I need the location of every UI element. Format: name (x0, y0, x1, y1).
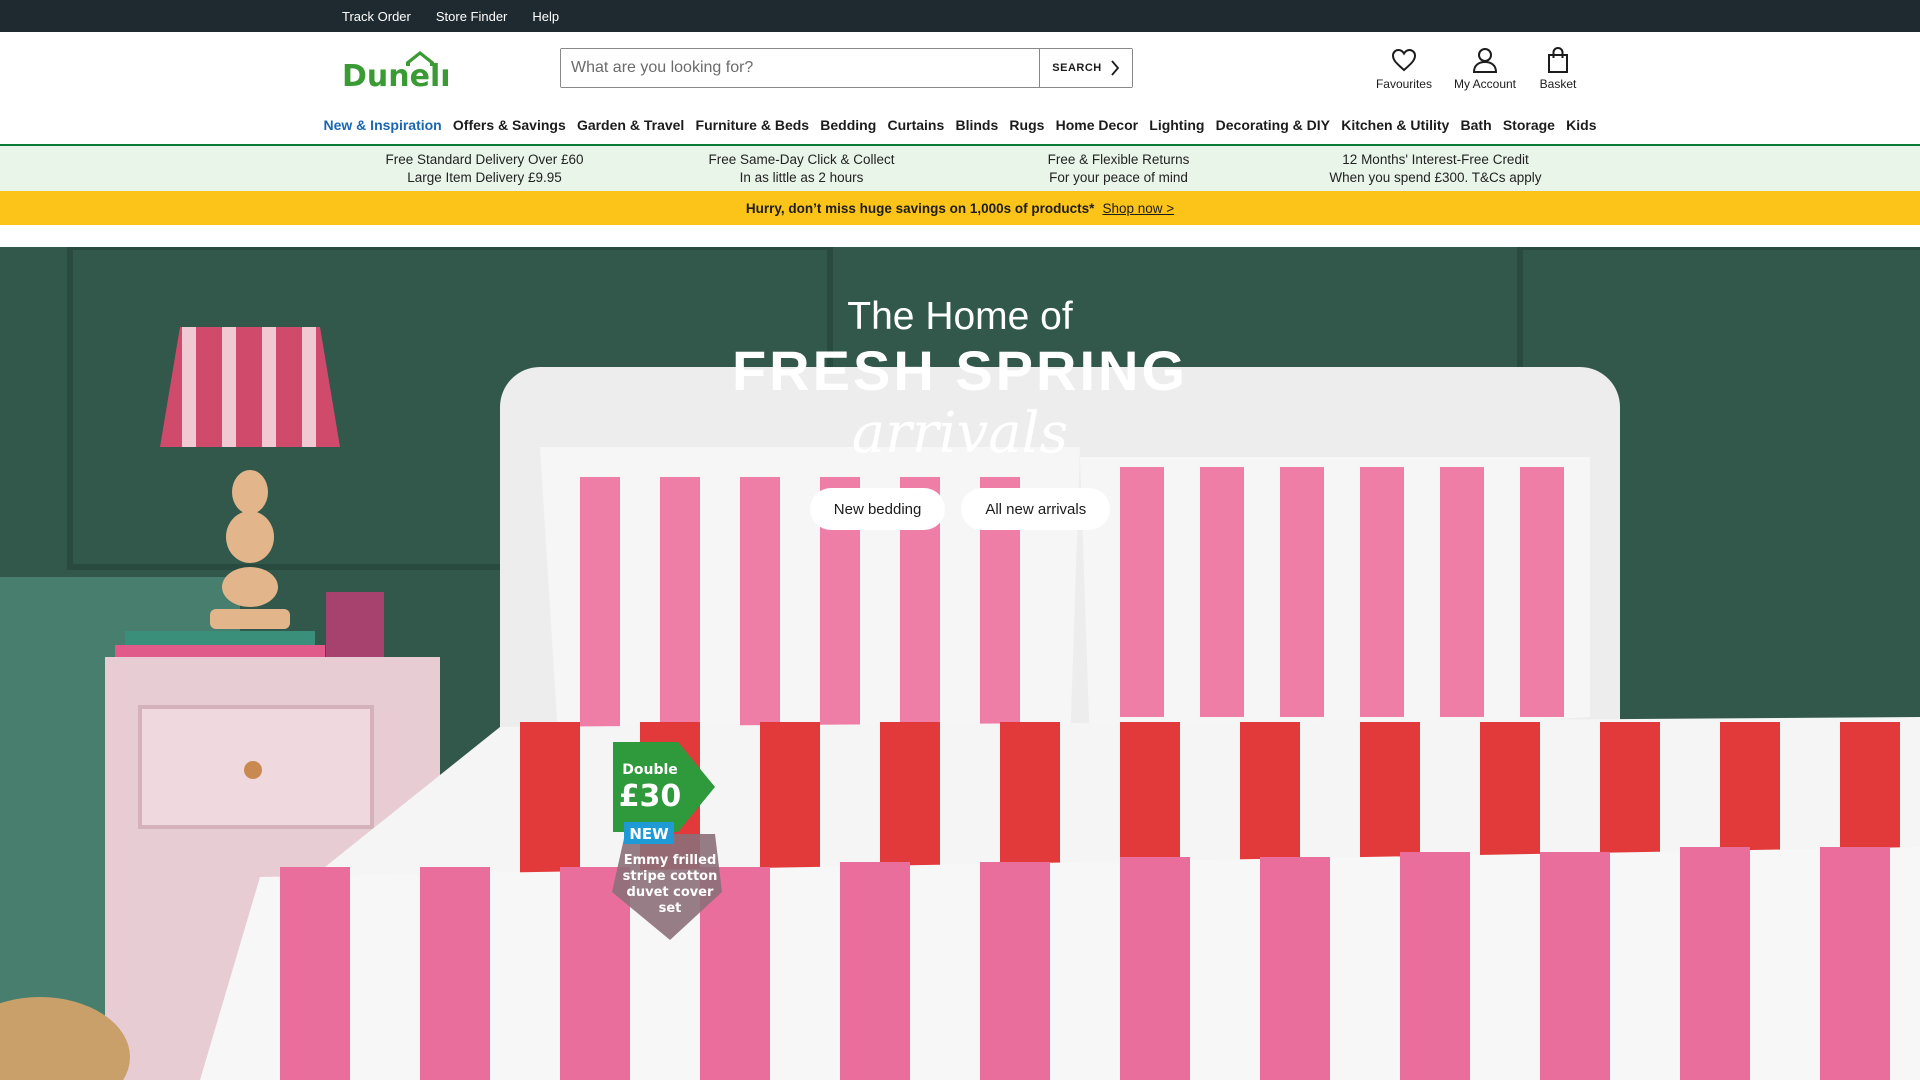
all-new-arrivals-button[interactable]: All new arrivals (961, 488, 1111, 530)
hero-headline: The Home of FRESH SPRING arrivals (0, 295, 1920, 465)
tag-size: Double (622, 762, 678, 778)
search-button[interactable]: SEARCH (1039, 49, 1132, 87)
tag-price: £30 (619, 779, 682, 814)
usp-delivery[interactable]: Free Standard Delivery Over £60 Large It… (326, 151, 643, 187)
my-account-label: My Account (1453, 77, 1516, 91)
header-actions: Favourites My Account Basket (1376, 46, 1578, 91)
main-nav: New & Inspiration Offers & Savings Garde… (0, 106, 1920, 146)
usp-line: Large Item Delivery £9.95 (407, 169, 562, 185)
nav-bedding[interactable]: Bedding (815, 117, 882, 133)
tag-product-line: set (659, 901, 682, 916)
usp-line: 12 Months' Interest-Free Credit (1342, 151, 1529, 167)
nav-garden-travel[interactable]: Garden & Travel (571, 117, 690, 133)
nav-kids[interactable]: Kids (1561, 117, 1603, 133)
usp-line: Free & Flexible Returns (1047, 151, 1190, 167)
usp-click-collect[interactable]: Free Same-Day Click & Collect In as litt… (643, 151, 960, 187)
usp-strip: Free Standard Delivery Over £60 Large It… (0, 146, 1920, 191)
nav-furniture-beds[interactable]: Furniture & Beds (690, 117, 815, 133)
usp-line: Free Standard Delivery Over £60 (385, 151, 584, 167)
tag-product-line: Emmy frilled (624, 853, 717, 868)
search-bar: SEARCH (560, 48, 1133, 88)
nav-home-decor[interactable]: Home Decor (1050, 117, 1144, 133)
nav-blinds[interactable]: Blinds (950, 117, 1004, 133)
utility-bar: Track Order Store Finder Help (0, 0, 1920, 32)
favourites-button[interactable]: Favourites (1376, 46, 1432, 91)
track-order-link[interactable]: Track Order (342, 9, 411, 24)
hero-line-2: FRESH SPRING (731, 339, 1189, 402)
basket-label: Basket (1539, 77, 1577, 91)
nav-offers-savings[interactable]: Offers & Savings (447, 117, 571, 133)
usp-line: For your peace of mind (1049, 169, 1188, 185)
nav-rugs[interactable]: Rugs (1004, 117, 1050, 133)
tag-product-line: duvet cover (627, 885, 715, 900)
price-tag[interactable]: Double £30 NEW Emmy frilled stripe cotto… (610, 742, 730, 942)
heart-icon (1391, 48, 1416, 72)
promo-banner: Hurry, don’t miss huge savings on 1,000s… (0, 191, 1920, 225)
nav-curtains[interactable]: Curtains (882, 117, 950, 133)
shop-now-link[interactable]: Shop now > (1102, 201, 1174, 216)
favourites-label: Favourites (1375, 77, 1432, 91)
tag-product-line: stripe cotton (623, 869, 718, 884)
hero-banner[interactable]: The Home of FRESH SPRING arrivals New be… (0, 247, 1920, 1080)
tag-badge: NEW (629, 825, 669, 843)
search-input[interactable] (561, 49, 1039, 87)
usp-line: When you spend £300. T&Cs apply (1329, 169, 1542, 185)
hero-line-3: arrivals (851, 401, 1069, 466)
basket-button[interactable]: Basket (1538, 46, 1578, 91)
nav-storage[interactable]: Storage (1497, 117, 1560, 133)
dunelm-logo[interactable]: Dunelm (342, 48, 448, 90)
search-button-label: SEARCH (1052, 62, 1102, 74)
help-link[interactable]: Help (532, 9, 559, 24)
my-account-button[interactable]: My Account (1454, 46, 1516, 91)
hero-line-1: The Home of (847, 295, 1073, 338)
promo-message: Hurry, don’t miss huge savings on 1,000s… (745, 200, 1095, 216)
svg-text:Dunelm: Dunelm (342, 59, 448, 90)
usp-returns[interactable]: Free & Flexible Returns For your peace o… (960, 151, 1277, 187)
usp-line: Free Same-Day Click & Collect (708, 151, 895, 167)
site-header: Dunelm SEARCH Favourites My Account Bask… (0, 32, 1920, 106)
nav-decorating-diy[interactable]: Decorating & DIY (1210, 117, 1336, 133)
nav-lighting[interactable]: Lighting (1144, 117, 1210, 133)
store-finder-link[interactable]: Store Finder (436, 9, 508, 24)
usp-credit[interactable]: 12 Months' Interest-Free Credit When you… (1277, 151, 1594, 187)
chevron-right-icon (1111, 60, 1119, 76)
hero-ctas: New bedding All new arrivals (0, 488, 1920, 530)
shopping-bag-icon (1548, 46, 1568, 73)
new-bedding-button[interactable]: New bedding (809, 488, 946, 530)
user-icon (1472, 48, 1497, 73)
nav-new-inspiration[interactable]: New & Inspiration (318, 117, 447, 133)
nav-bath[interactable]: Bath (1455, 117, 1497, 133)
usp-line: In as little as 2 hours (739, 169, 864, 185)
nav-kitchen-utility[interactable]: Kitchen & Utility (1336, 117, 1455, 133)
